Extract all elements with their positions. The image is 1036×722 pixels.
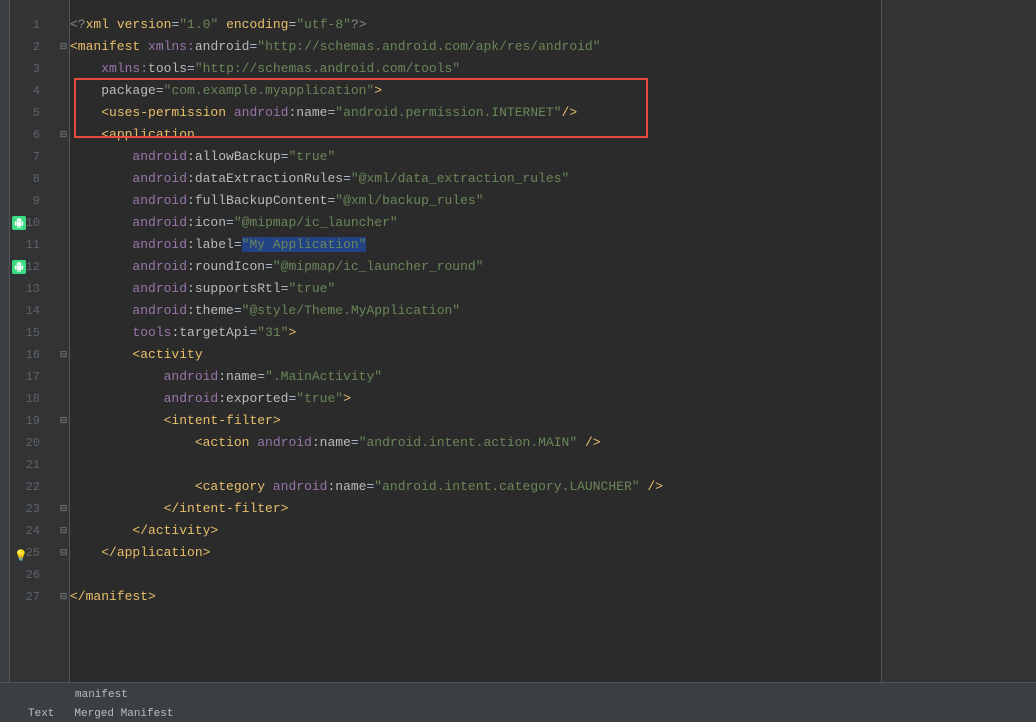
- fold-marker: [58, 146, 69, 168]
- line-number[interactable]: 26: [10, 564, 58, 586]
- code-line[interactable]: <activity: [70, 344, 881, 366]
- fold-marker: [58, 388, 69, 410]
- fold-marker: [58, 212, 69, 234]
- line-number[interactable]: 7: [10, 146, 58, 168]
- breadcrumb-item[interactable]: manifest: [75, 689, 128, 701]
- code-line[interactable]: <application: [70, 124, 881, 146]
- code-line[interactable]: package="com.example.myapplication">: [70, 80, 881, 102]
- fold-marker: [58, 190, 69, 212]
- fold-marker[interactable]: ⊟: [58, 586, 69, 608]
- editor-area: 1234567891011121314151617181920212223242…: [0, 0, 1036, 682]
- fold-marker: [58, 102, 69, 124]
- fold-marker: [58, 58, 69, 80]
- fold-marker: [58, 366, 69, 388]
- line-number[interactable]: 23: [10, 498, 58, 520]
- code-line[interactable]: <action android:name="android.intent.act…: [70, 432, 881, 454]
- line-number[interactable]: 22: [10, 476, 58, 498]
- code-line[interactable]: android:name=".MainActivity": [70, 366, 881, 388]
- code-line[interactable]: </application>: [70, 542, 881, 564]
- fold-marker[interactable]: ⊟: [58, 498, 69, 520]
- code-line[interactable]: <manifest xmlns:android="http://schemas.…: [70, 36, 881, 58]
- fold-marker[interactable]: ⊟: [58, 520, 69, 542]
- code-line[interactable]: android:allowBackup="true": [70, 146, 881, 168]
- line-number[interactable]: 20: [10, 432, 58, 454]
- line-number[interactable]: 18: [10, 388, 58, 410]
- fold-marker: [58, 14, 69, 36]
- fold-marker: [58, 322, 69, 344]
- fold-marker: [58, 256, 69, 278]
- code-line[interactable]: xmlns:tools="http://schemas.android.com/…: [70, 58, 881, 80]
- line-number[interactable]: 25💡: [10, 542, 58, 564]
- code-line[interactable]: <uses-permission android:name="android.p…: [70, 102, 881, 124]
- fold-marker[interactable]: ⊟: [58, 410, 69, 432]
- code-line[interactable]: [70, 564, 881, 586]
- fold-marker: [58, 278, 69, 300]
- line-number[interactable]: 2: [10, 36, 58, 58]
- tab-text[interactable]: Text: [28, 708, 54, 720]
- code-line[interactable]: [70, 454, 881, 476]
- code-line[interactable]: android:exported="true">: [70, 388, 881, 410]
- gutter[interactable]: 1234567891011121314151617181920212223242…: [10, 0, 58, 682]
- line-number[interactable]: 24: [10, 520, 58, 542]
- line-number[interactable]: 17: [10, 366, 58, 388]
- android-icon[interactable]: [12, 260, 26, 274]
- line-number[interactable]: 12: [10, 256, 58, 278]
- code-line[interactable]: tools:targetApi="31">: [70, 322, 881, 344]
- line-number[interactable]: 10: [10, 212, 58, 234]
- android-icon[interactable]: [12, 216, 26, 230]
- editor-tabs: Text Merged Manifest: [0, 706, 1036, 722]
- line-number[interactable]: 27: [10, 586, 58, 608]
- line-number[interactable]: 14: [10, 300, 58, 322]
- line-number[interactable]: 1: [10, 14, 58, 36]
- fold-marker: [58, 432, 69, 454]
- tab-merged-manifest[interactable]: Merged Manifest: [74, 708, 173, 720]
- code-line[interactable]: </intent-filter>: [70, 498, 881, 520]
- line-number[interactable]: 19: [10, 410, 58, 432]
- line-number[interactable]: 16: [10, 344, 58, 366]
- fold-marker: [58, 476, 69, 498]
- code-line[interactable]: android:dataExtractionRules="@xml/data_e…: [70, 168, 881, 190]
- breadcrumb-bar: manifest: [0, 682, 1036, 706]
- code-line[interactable]: <intent-filter>: [70, 410, 881, 432]
- fold-marker[interactable]: ⊟: [58, 36, 69, 58]
- code-line[interactable]: </manifest>: [70, 586, 881, 608]
- line-number[interactable]: 21: [10, 454, 58, 476]
- line-number[interactable]: 13: [10, 278, 58, 300]
- code-line[interactable]: android:theme="@style/Theme.MyApplicatio…: [70, 300, 881, 322]
- code-line[interactable]: android:label="My Application": [70, 234, 881, 256]
- code-line[interactable]: <category android:name="android.intent.c…: [70, 476, 881, 498]
- fold-marker: [58, 80, 69, 102]
- right-scrollbar-area[interactable]: [881, 0, 1036, 682]
- lightbulb-icon[interactable]: 💡: [14, 546, 26, 558]
- fold-marker: [58, 564, 69, 586]
- code-area[interactable]: <?xml version="1.0" encoding="utf-8"?><m…: [70, 0, 881, 682]
- left-margin: [0, 0, 10, 682]
- line-number[interactable]: 4: [10, 80, 58, 102]
- line-number[interactable]: 6: [10, 124, 58, 146]
- line-number[interactable]: 3: [10, 58, 58, 80]
- fold-marker: [58, 168, 69, 190]
- fold-column[interactable]: ⊟⊟⊟⊟⊟⊟⊟⊟: [58, 0, 70, 682]
- line-number[interactable]: 5: [10, 102, 58, 124]
- line-number[interactable]: 9: [10, 190, 58, 212]
- code-line[interactable]: <?xml version="1.0" encoding="utf-8"?>: [70, 14, 881, 36]
- fold-marker[interactable]: ⊟: [58, 542, 69, 564]
- line-number[interactable]: 8: [10, 168, 58, 190]
- fold-marker[interactable]: ⊟: [58, 344, 69, 366]
- fold-marker: [58, 300, 69, 322]
- fold-marker[interactable]: ⊟: [58, 124, 69, 146]
- code-line[interactable]: android:roundIcon="@mipmap/ic_launcher_r…: [70, 256, 881, 278]
- fold-marker: [58, 234, 69, 256]
- line-number[interactable]: 15: [10, 322, 58, 344]
- fold-marker: [58, 454, 69, 476]
- code-line[interactable]: android:icon="@mipmap/ic_launcher": [70, 212, 881, 234]
- code-line[interactable]: android:supportsRtl="true": [70, 278, 881, 300]
- code-line[interactable]: </activity>: [70, 520, 881, 542]
- line-number[interactable]: 11: [10, 234, 58, 256]
- code-line[interactable]: android:fullBackupContent="@xml/backup_r…: [70, 190, 881, 212]
